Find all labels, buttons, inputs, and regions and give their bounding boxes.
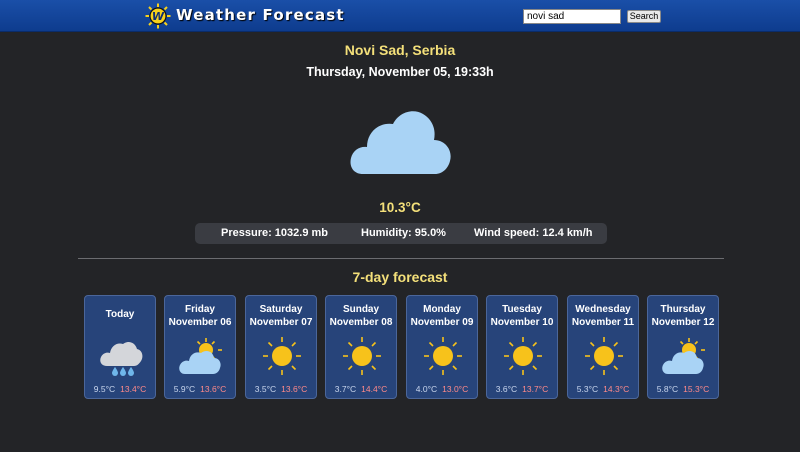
location-title: Novi Sad, Serbia	[344, 42, 456, 58]
forecast-card-saturday[interactable]: Saturday November 07 3.5°C 13.6°C	[245, 295, 317, 399]
forecast-temps: 3.7°C 14.4°C	[326, 384, 396, 394]
max-temp: 13.6°C	[200, 384, 227, 394]
forecast-day: Wednesday	[575, 304, 631, 315]
forecast-card-sunday[interactable]: Sunday November 08 3.7°C 14.4°C	[325, 295, 397, 399]
max-temp: 13.7°C	[522, 384, 549, 394]
forecast-day: Tuesday	[502, 304, 542, 315]
min-temp: 5.9°C	[173, 384, 196, 394]
forecast-temps: 5.9°C 13.6°C	[165, 384, 235, 394]
header-bar: W Weather Forecast Search	[0, 0, 800, 32]
logo-sun-icon[interactable]: W	[145, 3, 171, 29]
forecast-card-tuesday[interactable]: Tuesday November 10 3.6°C 13.7°C	[486, 295, 558, 399]
forecast-temps: 9.5°C 13.4°C	[85, 384, 155, 394]
sun-icon	[424, 337, 462, 375]
rain-cloud-icon	[100, 341, 143, 376]
logo-letter: W	[152, 10, 165, 23]
forecast-card-thursday[interactable]: Thursday November 12 5.8°C 15.3°C	[647, 295, 719, 399]
current-temperature: 10.3°C	[379, 200, 421, 215]
forecast-card-monday[interactable]: Monday November 09 4.0°C 13.0°C	[406, 295, 478, 399]
forecast-day: Thursday	[660, 304, 706, 315]
forecast-date: November 10	[490, 317, 554, 328]
forecast-title: 7-day forecast	[352, 269, 448, 285]
current-datetime: Thursday, November 05, 19:33h	[306, 65, 494, 79]
forecast-date: November 11	[571, 317, 635, 328]
min-temp: 3.6°C	[495, 384, 518, 394]
humidity-stat: Humidity: 95.0%	[361, 227, 446, 239]
forecast-day: Monday	[423, 304, 461, 315]
forecast-day: Saturday	[259, 304, 303, 315]
min-temp: 5.3°C	[576, 384, 599, 394]
sun-icon	[504, 337, 542, 375]
max-temp: 14.3°C	[603, 384, 630, 394]
forecast-date: November 09	[410, 317, 474, 328]
wind-speed-stat: Wind speed: 12.4 km/h	[474, 227, 593, 239]
forecast-temps: 3.6°C 13.7°C	[487, 384, 557, 394]
forecast-temps: 5.8°C 15.3°C	[648, 384, 718, 394]
forecast-card-friday[interactable]: Friday November 06 5.9°C 13.6°C	[164, 295, 236, 399]
forecast-temps: 3.5°C 13.6°C	[246, 384, 316, 394]
forecast-date: November 08	[329, 317, 393, 328]
forecast-date: November 12	[651, 317, 715, 328]
cloud-icon	[350, 111, 451, 174]
search-button[interactable]: Search	[627, 10, 661, 23]
forecast-temps: 5.3°C 14.3°C	[568, 384, 638, 394]
partly-cloudy-icon	[179, 338, 222, 374]
forecast-card-today[interactable]: Today 9.5°C 13.4°C	[84, 295, 156, 399]
forecast-day: Sunday	[342, 304, 380, 315]
sun-icon	[343, 337, 381, 375]
section-divider	[78, 258, 724, 259]
forecast-temps: 4.0°C 13.0°C	[407, 384, 477, 394]
partly-cloudy-icon	[662, 338, 705, 374]
forecast-day: Friday	[184, 304, 215, 315]
min-temp: 3.5°C	[254, 384, 277, 394]
min-temp: 4.0°C	[415, 384, 438, 394]
forecast-date: November 07	[249, 317, 313, 328]
search-input[interactable]	[523, 9, 621, 24]
max-temp: 13.4°C	[120, 384, 147, 394]
forecast-day: Today	[105, 309, 135, 320]
sun-icon	[585, 337, 623, 375]
sun-icon	[263, 337, 301, 375]
forecast-card-wednesday[interactable]: Wednesday November 11 5.3°C 14.3°C	[567, 295, 639, 399]
min-temp: 3.7°C	[334, 384, 357, 394]
app-title[interactable]: Weather Forecast	[176, 6, 345, 24]
pressure-stat: Pressure: 1032.9 mb	[221, 227, 329, 239]
min-temp: 5.8°C	[656, 384, 679, 394]
min-temp: 9.5°C	[93, 384, 116, 394]
max-temp: 13.6°C	[281, 384, 308, 394]
weather-stats-panel: Pressure: 1032.9 mb Humidity: 95.0% Wind…	[195, 223, 607, 244]
forecast-date: November 06	[168, 317, 232, 328]
max-temp: 13.0°C	[442, 384, 469, 394]
max-temp: 14.4°C	[361, 384, 388, 394]
max-temp: 15.3°C	[683, 384, 710, 394]
